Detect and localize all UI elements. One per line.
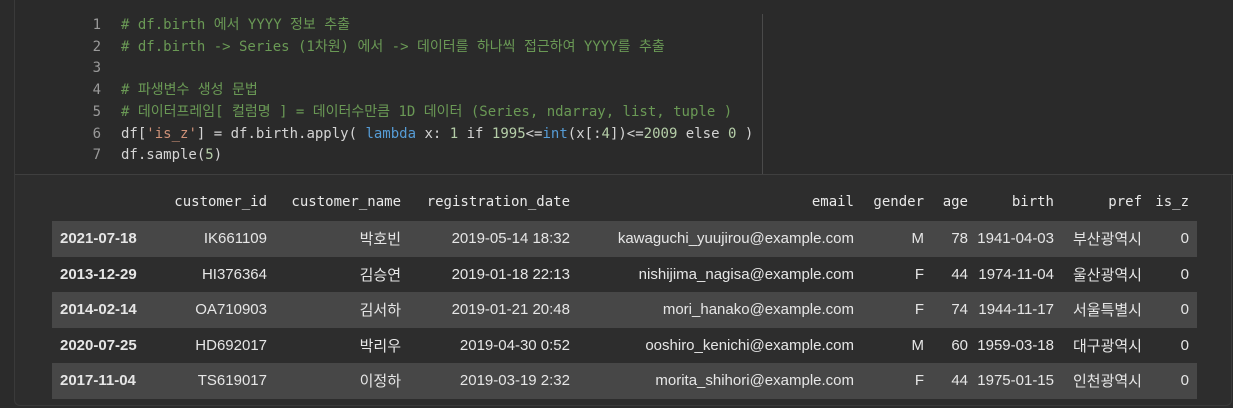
column-header-age: age	[942, 194, 968, 210]
cell-index: 2014-02-14	[60, 301, 137, 319]
cell-birth: 1944-11-17	[978, 301, 1054, 319]
column-header-gender: gender	[873, 194, 924, 210]
code-editor[interactable]: 1 # df.birth 에서 YYYY 정보 추출 2 # df.birth -> …	[15, 0, 1233, 174]
cell-birth: 1974-11-04	[978, 265, 1054, 283]
cell-divider	[15, 174, 1233, 175]
dataframe-table: customer_id customer_name registration_d…	[52, 185, 1197, 399]
column-header-customer-id: customer_id	[174, 194, 267, 210]
cell-email: mori_hanako@example.com	[662, 301, 854, 319]
cell-email: morita_shihori@example.com	[655, 372, 854, 390]
cell-age: 44	[951, 265, 968, 283]
cell-registration-date: 2019-05-14 18:32	[451, 230, 570, 248]
cell-registration-date: 2019-03-19 2:32	[459, 372, 570, 390]
cell-age: 44	[951, 372, 968, 390]
code-text: df['is_z'] = df.birth.apply( lambda x: 1…	[121, 125, 754, 142]
cell-birth: 1941-04-03	[977, 230, 1054, 248]
cell-gender: F	[914, 301, 924, 319]
cell-is-z: 0	[1180, 301, 1189, 319]
cell-registration-date: 2019-01-21 20:48	[451, 301, 570, 319]
cell-pref: 부산광역시	[1072, 231, 1142, 249]
cell-age: 78	[951, 230, 968, 248]
cell-is-z: 0	[1180, 372, 1189, 390]
output-area: customer_id customer_name registration_d…	[52, 185, 1197, 399]
code-text: # df.birth -> Series (1차원) 에서 -> 데이터를 하나…	[121, 38, 665, 55]
code-text: # df.birth 에서 YYYY 정보 추출	[121, 17, 350, 33]
cell-email: nishijima_nagisa@example.com	[638, 265, 854, 283]
cell-email: kawaguchi_yuujirou@example.com	[617, 230, 854, 248]
line-number: 7	[92, 147, 101, 164]
ruler-line	[762, 14, 763, 174]
cell-index: 2017-11-04	[60, 372, 136, 390]
cell-pref: 인천광역시	[1072, 373, 1142, 391]
cell-pref: 대구광역시	[1072, 337, 1142, 355]
cell-pref: 서울특별시	[1072, 302, 1142, 320]
line-number: 2	[92, 38, 101, 55]
code-text: # 파생변수 생성 문법	[121, 82, 258, 99]
table-row: 2013-12-29 HI376364 김승연 2019-01-18 22:13 nis…	[52, 256, 1197, 292]
column-header-email: email	[811, 194, 854, 210]
cell-customer-id: OA710903	[195, 301, 267, 319]
table-row: 2014-02-14 OA710903 김서하 2019-01-21 20:48 mor…	[52, 292, 1197, 328]
column-header-customer-name: customer_name	[291, 194, 401, 210]
cell-gender: F	[914, 265, 924, 283]
cell-customer-id: IK661109	[203, 230, 267, 248]
cell-pref: 울산광역시	[1072, 266, 1142, 284]
column-header-birth: birth	[1011, 194, 1054, 210]
cell-customer-id: HD692017	[195, 336, 267, 354]
line-number: 3	[92, 60, 101, 77]
cell-customer-name: 김승연	[359, 266, 401, 284]
cell-is-z: 0	[1180, 230, 1189, 248]
cell-registration-date: 2019-04-30 0:52	[459, 336, 570, 354]
column-header-pref: pref	[1108, 194, 1142, 210]
index-header	[52, 185, 158, 221]
cell-index: 2020-07-25	[60, 336, 137, 354]
cell-customer-id: HI376364	[201, 265, 267, 283]
line-number: 4	[92, 82, 101, 99]
code-text: df.sample(5)	[121, 147, 223, 164]
column-header-is-z: is_z	[1155, 194, 1189, 210]
cell-is-z: 0	[1180, 336, 1189, 354]
table-row: 2020-07-25 HD692017 박리우 2019-04-30 0:52 oosh…	[52, 327, 1197, 363]
cell-registration-date: 2019-01-18 22:13	[451, 265, 570, 283]
cell-customer-name: 박호빈	[359, 231, 401, 249]
cell-customer-name: 이정하	[359, 373, 401, 391]
column-header-registration-date: registration_date	[426, 194, 570, 210]
cell-gender: M	[911, 230, 925, 248]
cell-gender: M	[911, 336, 925, 354]
cell-is-z: 0	[1180, 265, 1189, 283]
cell-birth: 1959-03-18	[977, 336, 1054, 354]
cell-customer-id: TS619017	[197, 372, 267, 390]
code-text: # 데이터프레임[ 컬럼명 ] = 데이터수만큼 1D 데이터 (Series,…	[121, 103, 733, 120]
line-number: 1	[92, 17, 101, 33]
cell-customer-name: 김서하	[359, 302, 401, 320]
table-row: 2021-07-18 IK661109 박호빈 2019-05-14 18:32 kaw…	[52, 221, 1197, 257]
cell-customer-name: 박리우	[359, 337, 401, 355]
table-row: 2017-11-04 TS619017 이정하 2019-03-19 2:32 mori…	[52, 363, 1197, 399]
cell-age: 60	[951, 336, 968, 354]
cell-birth: 1975-01-15	[977, 372, 1054, 390]
cell-gender: F	[914, 372, 924, 390]
cell-age: 74	[951, 301, 968, 319]
line-number: 5	[92, 103, 101, 120]
table-header-row: customer_id customer_name registration_d…	[52, 185, 1197, 221]
table-body: 2021-07-18 IK661109 박호빈 2019-05-14 18:32 kaw…	[52, 221, 1197, 399]
line-number: 6	[92, 125, 101, 142]
cell-index: 2013-12-29	[60, 265, 137, 283]
cell-email: ooshiro_kenichi@example.com	[645, 336, 854, 354]
cell-index: 2021-07-18	[60, 230, 137, 248]
